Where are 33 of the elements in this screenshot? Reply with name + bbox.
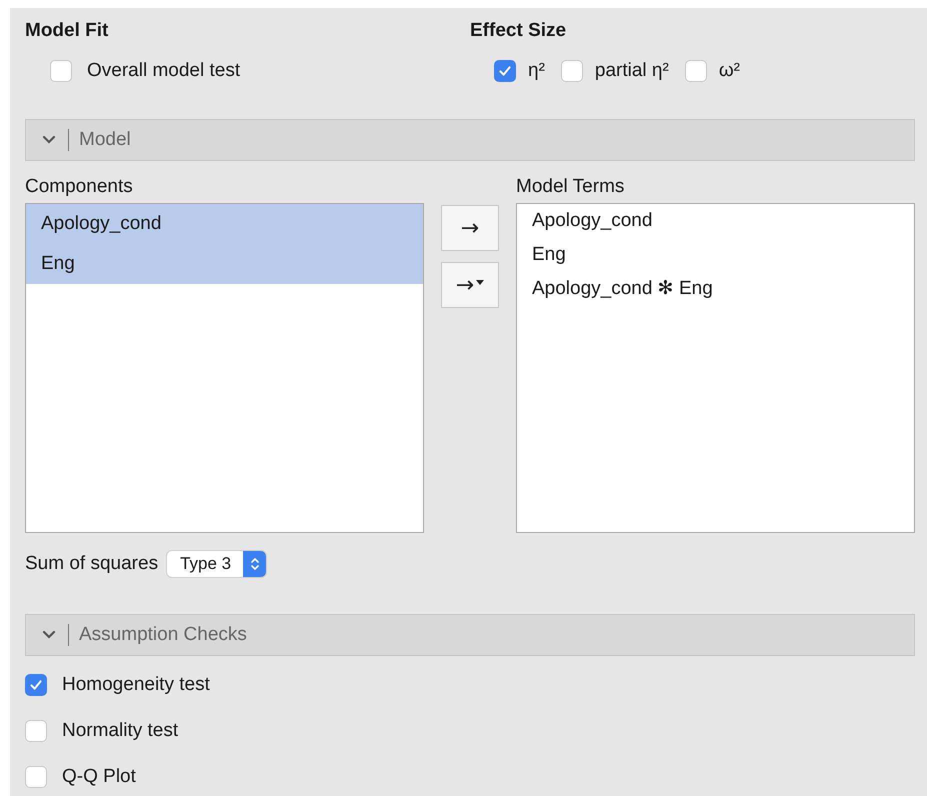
move-button[interactable]: → <box>441 205 499 251</box>
checkbox[interactable] <box>25 674 47 696</box>
section-header[interactable]: Assumption Checks <box>25 614 915 656</box>
checkbox[interactable] <box>560 60 583 82</box>
checkbox-label: ω² <box>718 60 740 82</box>
checkbox-label: Overall model test <box>87 60 240 82</box>
section-header[interactable]: Model <box>25 119 915 161</box>
section-heading: Model Fit <box>25 19 110 43</box>
checkbox-label: Homogeneity test <box>62 674 210 696</box>
field-label: Sum of squares <box>25 553 158 575</box>
list-item[interactable]: Eng <box>26 244 423 284</box>
checkbox[interactable] <box>25 766 47 788</box>
checkbox-label: Normality test <box>62 720 178 742</box>
list-label: Model Terms <box>516 175 626 199</box>
list-item[interactable]: Eng <box>517 238 914 272</box>
type-select[interactable]: Type 3 <box>167 551 266 577</box>
list-item[interactable]: Apology_cond <box>517 204 914 238</box>
checkbox[interactable] <box>684 60 707 82</box>
chevron-icon <box>42 135 56 145</box>
list-label: Components <box>25 175 134 199</box>
checkbox-label: partial η² <box>594 60 669 82</box>
checkbox[interactable] <box>25 720 47 742</box>
checkbox[interactable] <box>494 60 516 82</box>
checkbox[interactable] <box>50 60 72 82</box>
stepper-icon <box>250 556 260 572</box>
list-item[interactable]: Apology_cond <box>26 204 423 244</box>
section-heading: Effect Size <box>470 19 568 43</box>
list-item[interactable]: Apology_cond ✻ Eng <box>517 272 914 306</box>
checkbox-label: η² <box>528 60 545 82</box>
move-button[interactable]: → <box>441 262 499 308</box>
caret-icon <box>476 280 484 284</box>
checkbox-label: Q-Q Plot <box>62 766 136 788</box>
chevron-icon <box>42 630 56 640</box>
